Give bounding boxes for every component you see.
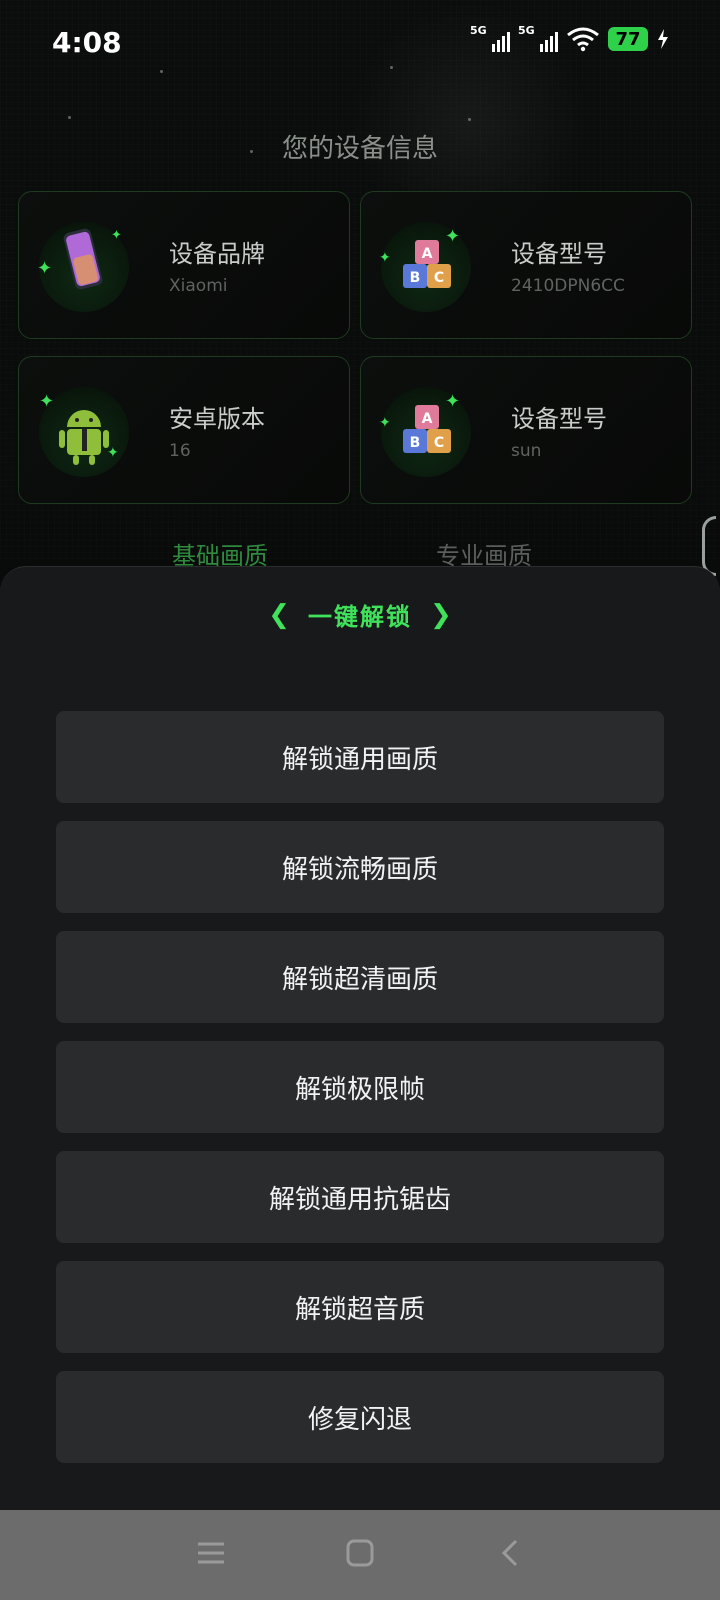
card-value: 2410DPN6CC xyxy=(511,276,625,296)
device-card-device-code: A B C ✦ ✦ 设备型号 sun xyxy=(360,356,692,504)
card-value: Xiaomi xyxy=(169,276,228,296)
status-time: 4:08 xyxy=(52,26,122,59)
unlock-bottom-sheet: ❮ 一键解锁 ❯ 解锁通用画质 解锁流畅画质 解锁超清画质 解锁极限帧 解锁通用… xyxy=(0,566,720,1510)
svg-text:B: B xyxy=(410,435,421,451)
sparkle-icon: ✦ xyxy=(107,445,119,461)
svg-text:A: A xyxy=(422,411,433,427)
card-title: 设备型号 xyxy=(511,240,607,268)
star-decoration xyxy=(68,116,71,119)
status-bar: 4:08 5G 5G 77 xyxy=(0,0,720,88)
battery-indicator: 77 xyxy=(608,27,648,51)
edge-drag-handle[interactable] xyxy=(702,516,716,576)
card-title: 安卓版本 xyxy=(169,405,265,433)
card-title: 设备品牌 xyxy=(169,240,265,268)
unlock-ultra-hd-quality-button[interactable]: 解锁超清画质 xyxy=(56,931,664,1023)
device-info-title: 您的设备信息 xyxy=(281,134,438,164)
sparkle-icon: ✦ xyxy=(39,391,55,412)
sparkle-icon: ✦ xyxy=(445,391,461,412)
svg-text:C: C xyxy=(434,435,444,451)
star-decoration xyxy=(468,118,471,121)
sparkle-icon: ✦ xyxy=(37,258,53,279)
svg-text:C: C xyxy=(434,270,444,286)
unlock-general-antialiasing-button[interactable]: 解锁通用抗锯齿 xyxy=(56,1151,664,1243)
device-card-android-version: ✦ ✦ 安卓版本 16 xyxy=(18,356,350,504)
sheet-header: ❮ 一键解锁 ❯ xyxy=(0,597,720,632)
signal-label: 5G xyxy=(518,24,535,37)
device-card-model: A B C ✦ ✦ 设备型号 2410DPN6CC xyxy=(360,191,692,339)
charging-icon xyxy=(658,29,668,49)
menu-icon[interactable] xyxy=(196,1538,226,1568)
card-title: 设备型号 xyxy=(511,405,607,433)
sparkle-icon: ✦ xyxy=(445,226,461,247)
unlock-smooth-quality-button[interactable]: 解锁流畅画质 xyxy=(56,821,664,913)
back-icon[interactable] xyxy=(496,1538,526,1568)
navigation-bar xyxy=(0,1510,720,1600)
unlock-super-audio-button[interactable]: 解锁超音质 xyxy=(56,1261,664,1353)
quality-tabs: 基础画质 专业画质 xyxy=(0,536,720,570)
home-icon[interactable] xyxy=(345,1538,375,1568)
chevron-right-icon: ❯ xyxy=(430,599,452,630)
wifi-icon xyxy=(567,27,599,52)
signal-label: 5G xyxy=(470,24,487,37)
fix-crash-button[interactable]: 修复闪退 xyxy=(56,1371,664,1463)
svg-text:A: A xyxy=(422,246,433,262)
sheet-title: 一键解锁 xyxy=(308,603,412,631)
unlock-extreme-fps-button[interactable]: 解锁极限帧 xyxy=(56,1041,664,1133)
signal-icon: 5G xyxy=(470,24,510,54)
chevron-left-icon: ❮ xyxy=(268,599,290,630)
unlock-general-quality-button[interactable]: 解锁通用画质 xyxy=(56,711,664,803)
sparkle-icon: ✦ xyxy=(111,228,122,243)
signal-icon: 5G xyxy=(518,24,558,54)
device-card-brand: ✦ ✦ 设备品牌 Xiaomi xyxy=(18,191,350,339)
card-value: 16 xyxy=(169,441,191,461)
svg-text:B: B xyxy=(410,270,421,286)
sparkle-icon: ✦ xyxy=(379,250,391,266)
status-indicators: 5G 5G 77 xyxy=(470,24,670,54)
card-value: sun xyxy=(511,441,542,461)
sparkle-icon: ✦ xyxy=(379,415,391,431)
